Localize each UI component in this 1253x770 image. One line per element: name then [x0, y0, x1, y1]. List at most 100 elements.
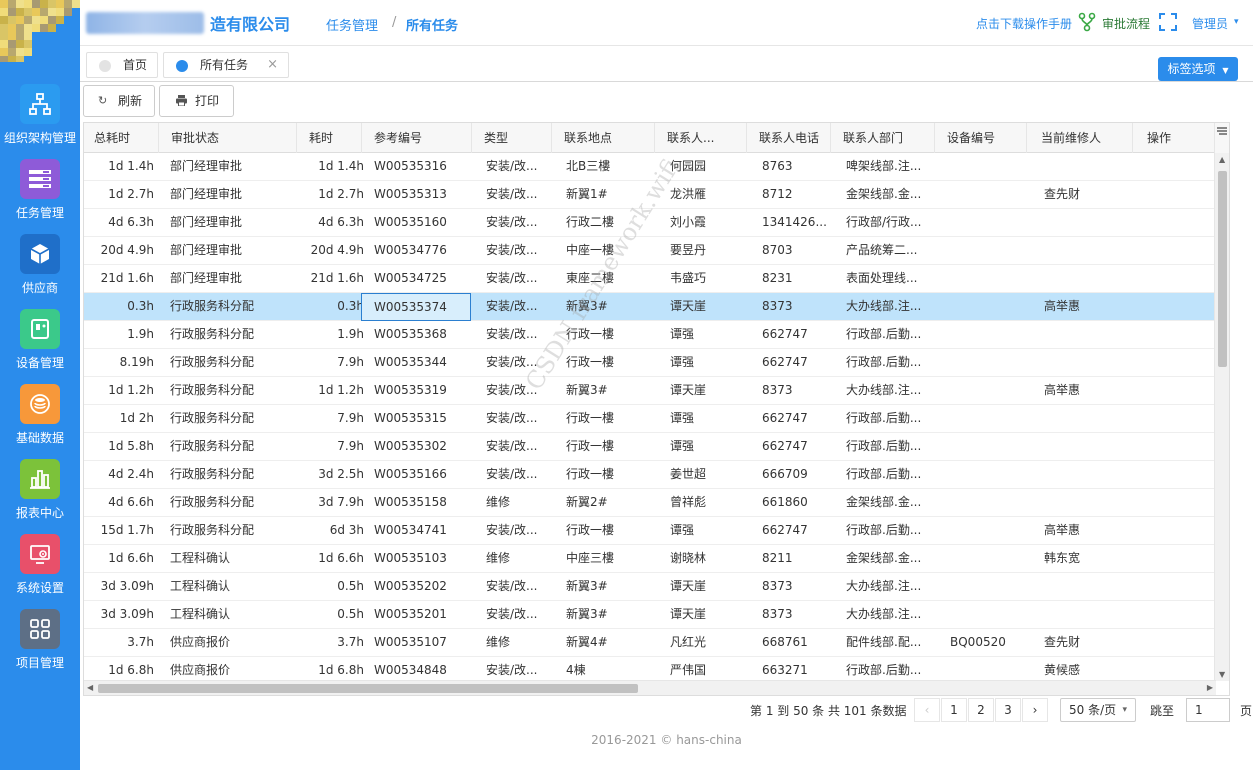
page-1-button[interactable]: 1 — [941, 698, 967, 722]
column-header[interactable]: 当前维修人 — [1027, 123, 1133, 153]
table-row[interactable]: 4d 6.3h 部门经理审批 4d 6.3h W00535160 安装/改... 行政二樓… — [84, 209, 1216, 237]
column-header[interactable]: 总耗时 — [84, 123, 159, 153]
table-cell: 韩东宽 — [1044, 551, 1081, 565]
table-cell: W00535166 — [374, 467, 447, 481]
approval-flow-link[interactable]: 审批流程 — [1102, 15, 1150, 32]
table-row[interactable]: 1d 5.8h 行政服务科分配 7.9h W00535302 安装/改... 行政一樓 谭强… — [84, 433, 1216, 461]
table-row[interactable]: 1.9h 行政服务科分配 1.9h W00535368 安装/改... 行政一樓 谭强 662… — [84, 321, 1216, 349]
user-menu[interactable]: 管理员 — [1192, 15, 1228, 32]
column-header[interactable]: 设备编号 — [935, 123, 1027, 153]
column-header[interactable]: 审批状态 — [159, 123, 297, 153]
page-3-button[interactable]: 3 — [995, 698, 1021, 722]
sidebar-item-basic-data[interactable]: 基础数据 — [0, 384, 80, 459]
org-chart-icon — [20, 84, 60, 124]
sidebar-item-settings[interactable]: 系统设置 — [0, 534, 80, 609]
column-header[interactable]: 操作 — [1133, 123, 1216, 153]
table-row[interactable]: 20d 4.9h 部门经理审批 20d 4.9h W00534776 安装/改... 中座… — [84, 237, 1216, 265]
table-row[interactable]: 3d 3.09h 工程科确认 0.5h W00535201 安装/改... 新翼3# 谭天崖… — [84, 601, 1216, 629]
table-cell: W00535316 — [374, 159, 447, 173]
table-cell: 20d 4.9h — [310, 243, 364, 257]
table-row[interactable]: 1d 1.4h 部门经理审批 1d 1.4h W00535316 安装/改... 北B三樓… — [84, 153, 1216, 181]
chevron-down-icon: ▾ — [1122, 705, 1127, 715]
table-row[interactable]: 4d 2.4h 行政服务科分配 3d 2.5h W00535166 安装/改... 行政一… — [84, 461, 1216, 489]
column-header[interactable]: 联系人部门 — [831, 123, 935, 153]
sidebar-item-projects[interactable]: 项目管理 — [0, 609, 80, 684]
refresh-button[interactable]: ↻ 刷新 — [83, 85, 155, 117]
table-row[interactable]: 1d 6.6h 工程科确认 1d 6.6h W00535103 维修 中座三樓 谢晓林 821… — [84, 545, 1216, 573]
table-row[interactable]: 15d 1.7h 行政服务科分配 6d 3h W00534741 安装/改... 行政一樓… — [84, 517, 1216, 545]
table-cell: 安装/改... — [486, 355, 538, 369]
tag-options-button[interactable]: 标签选项 ▼ — [1158, 57, 1238, 81]
table-row[interactable]: 4d 6.6h 行政服务科分配 3d 7.9h W00535158 维修 新翼2# 曾祥彪 6… — [84, 489, 1216, 517]
logo-pixel — [8, 0, 16, 8]
column-header[interactable]: 联系人电话 — [747, 123, 831, 153]
table-cell: 安装/改... — [486, 579, 538, 593]
prev-page-button[interactable]: ‹ — [914, 698, 940, 722]
sidebar-item-organization[interactable]: 组织架构管理 — [0, 84, 80, 159]
download-manual-link[interactable]: 点击下载操作手册 — [976, 15, 1072, 32]
table-row[interactable]: 1d 6.8h 供应商报价 1d 6.8h W00534848 安装/改... 4棟 严伟国… — [84, 657, 1216, 681]
table-body: 1d 1.4h 部门经理审批 1d 1.4h W00535316 安装/改... 北B三樓… — [84, 153, 1216, 681]
table-cell: 1d 6.6h — [108, 551, 154, 565]
table-row[interactable]: 1d 1.2h 行政服务科分配 1d 1.2h W00535319 安装/改... 新翼3… — [84, 377, 1216, 405]
next-page-button[interactable]: › — [1022, 698, 1048, 722]
table-cell: W00535103 — [374, 551, 447, 565]
table-cell: 668761 — [762, 635, 808, 649]
sidebar-item-equipment[interactable]: 设备管理 — [0, 309, 80, 384]
table-row[interactable]: 8.19h 行政服务科分配 7.9h W00535344 安装/改... 行政一樓 谭强 66… — [84, 349, 1216, 377]
table-cell: 维修 — [486, 551, 511, 565]
column-header[interactable]: 参考编号 — [362, 123, 472, 153]
page-size-select[interactable]: 50 条/页 ▾ — [1060, 698, 1136, 722]
sidebar-item-supplier[interactable]: 供应商 — [0, 234, 80, 309]
table-cell: 1d 1.4h — [318, 159, 364, 173]
table-cell: 部门经理审批 — [170, 271, 243, 285]
table-cell: 0.3h — [127, 299, 154, 313]
table-cell: 谭天崖 — [670, 383, 707, 397]
refresh-icon: ↻ — [98, 94, 108, 107]
vertical-scrollbar[interactable]: ▲ ▼ — [1214, 153, 1229, 681]
column-header[interactable]: 耗时 — [297, 123, 362, 153]
page-2-button[interactable]: 2 — [968, 698, 994, 722]
table-cell: 行政服务科分配 — [170, 327, 255, 341]
column-settings-icon[interactable] — [1214, 123, 1229, 153]
page-suffix: 页 — [1240, 704, 1253, 718]
table-cell: 行政服务科分配 — [170, 411, 255, 425]
table-cell: 1d 2.7h — [318, 187, 364, 201]
table-cell: W00535160 — [374, 215, 447, 229]
table-cell: 7.9h — [337, 411, 364, 425]
tab-all-tasks[interactable]: 所有任务 × — [163, 52, 289, 78]
table-cell: 1d 1.4h — [108, 159, 154, 173]
table-cell: 查先财 — [1044, 187, 1081, 201]
column-header[interactable]: 联系地点 — [552, 123, 655, 153]
table-cell: 刘小霞 — [670, 215, 707, 229]
table-row[interactable]: 1d 2.7h 部门经理审批 1d 2.7h W00535313 安装/改... 新翼1#… — [84, 181, 1216, 209]
print-button[interactable]: 打印 — [159, 85, 234, 117]
sidebar-item-reports[interactable]: 报表中心 — [0, 459, 80, 534]
table-row[interactable]: 0.3h 行政服务科分配 0.3h W00535374 安装/改... 新翼3# 谭天崖 83… — [84, 293, 1216, 321]
table-row[interactable]: 21d 1.6h 部门经理审批 21d 1.6h W00534725 安装/改... 東座… — [84, 265, 1216, 293]
column-header[interactable]: 类型 — [472, 123, 552, 153]
table-row[interactable]: 3d 3.09h 工程科确认 0.5h W00535202 安装/改... 新翼3# 谭天崖… — [84, 573, 1216, 601]
table-cell: 15d 1.7h — [100, 523, 154, 537]
table-row[interactable]: 1d 2h 行政服务科分配 7.9h W00535315 安装/改... 行政一樓 谭强 66… — [84, 405, 1216, 433]
breadcrumb-parent[interactable]: 任务管理 — [326, 15, 378, 34]
table-cell: 安装/改... — [486, 159, 538, 173]
task-table: 总耗时 审批状态 耗时 参考编号 类型 联系地点 联系人... 联系人电话 联系人部门 设备编号当… — [83, 122, 1230, 696]
table-cell: 安装/改... — [486, 271, 538, 285]
jump-page-input[interactable]: 1 — [1186, 698, 1230, 722]
logo-pixel — [24, 40, 32, 48]
pagination: 第 1 到 50 条 共 101 条数据 ‹ 1 2 3 › 50 条/页 ▾ … — [80, 697, 1253, 725]
sidebar-item-tasks[interactable]: 任务管理 — [0, 159, 80, 234]
table-cell: 1d 6.8h — [318, 663, 364, 677]
logo-pixel — [64, 0, 72, 8]
table-row[interactable]: 3.7h 供应商报价 3.7h W00535107 维修 新翼4# 凡红光 668761 配件线… — [84, 629, 1216, 657]
table-cell: 1d 1.2h — [318, 383, 364, 397]
fullscreen-icon[interactable] — [1159, 13, 1177, 34]
close-icon[interactable]: × — [267, 53, 278, 77]
column-header[interactable]: 联系人... — [655, 123, 747, 153]
top-header: 造有限公司 任务管理 / 所有任务 点击下载操作手册 审批流程 管理员 ▾ — [80, 0, 1253, 46]
logo-pixel — [24, 48, 32, 56]
tab-home[interactable]: 首页 — [86, 52, 158, 78]
horizontal-scrollbar[interactable]: ◀ ▶ — [84, 680, 1216, 695]
table-cell: 1d 1.2h — [108, 383, 154, 397]
